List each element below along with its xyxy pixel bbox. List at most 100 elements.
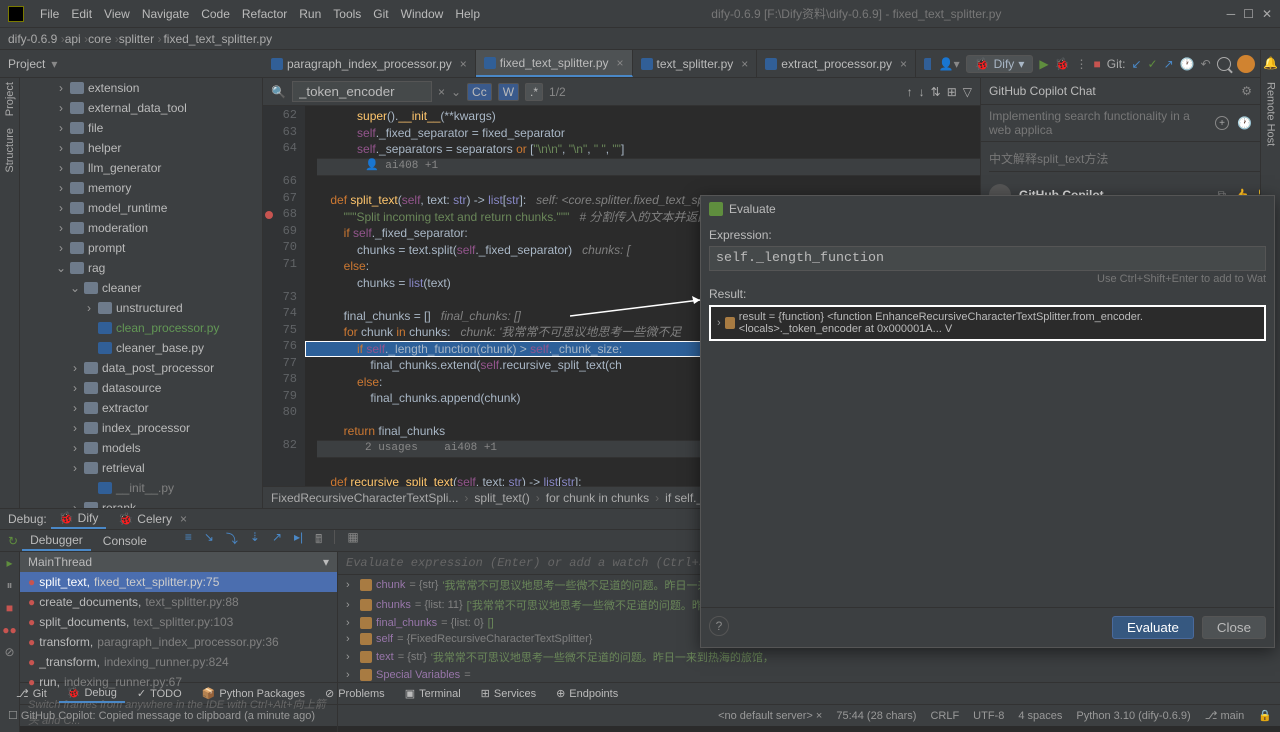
- tree-item[interactable]: ›helper: [20, 138, 262, 158]
- find-input[interactable]: [292, 81, 432, 102]
- gear-icon[interactable]: ⚙: [1241, 84, 1252, 98]
- gutter[interactable]: 626364666768697071737475767778798082: [263, 106, 305, 486]
- regex-button[interactable]: .*: [525, 83, 543, 101]
- status-server[interactable]: <no default server> ×: [718, 710, 822, 722]
- prev-match-icon[interactable]: ↑: [907, 85, 913, 99]
- line-number[interactable]: [263, 158, 305, 175]
- debug-tab-celery[interactable]: 🐞Celery×: [110, 510, 195, 528]
- menu-window[interactable]: Window: [395, 7, 450, 21]
- tree-item[interactable]: ⌄cleaner: [20, 278, 262, 298]
- bottom-tab-endpoints[interactable]: ⊕Endpoints: [548, 685, 626, 702]
- menu-view[interactable]: View: [98, 7, 136, 21]
- editor-tab[interactable]: paragraph_index_processor.py×: [263, 50, 476, 77]
- stack-frame[interactable]: ●split_documents, text_splitter.py:103: [20, 612, 337, 632]
- stack-frame[interactable]: ●_transform, indexing_runner.py:824: [20, 652, 337, 672]
- line-number[interactable]: 80: [263, 405, 305, 422]
- menu-file[interactable]: File: [34, 7, 65, 21]
- line-number[interactable]: 82: [263, 438, 305, 455]
- tree-item[interactable]: clean_processor.py: [20, 318, 262, 338]
- remote-host-tab[interactable]: Remote Host: [1265, 82, 1277, 146]
- menu-run[interactable]: Run: [293, 7, 327, 21]
- bottom-tab-services[interactable]: ⊞Services: [473, 685, 544, 702]
- line-number[interactable]: 66: [263, 174, 305, 191]
- step-into-my-icon[interactable]: ⤵: [226, 530, 238, 551]
- close-tab-icon[interactable]: ×: [900, 57, 907, 71]
- run-config-select[interactable]: 🐞 Dify ▾: [966, 55, 1034, 73]
- line-number[interactable]: 76: [263, 339, 305, 356]
- bottom-tab-debug[interactable]: 🐞Debug: [59, 684, 125, 703]
- add-icon[interactable]: +: [1215, 116, 1229, 130]
- variable-item[interactable]: ›Special Variables =: [338, 667, 1280, 683]
- tree-item[interactable]: ›extractor: [20, 398, 262, 418]
- bottom-tab-todo[interactable]: ✓TODO: [129, 685, 190, 702]
- avatar[interactable]: [1237, 55, 1255, 73]
- project-tool-label[interactable]: Project: [8, 57, 45, 71]
- code-line[interactable]: super().__init__(**kwargs): [317, 108, 980, 125]
- pause-icon[interactable]: ⏸: [6, 578, 12, 593]
- tree-item[interactable]: ›model_runtime: [20, 198, 262, 218]
- editor-tab[interactable]: text_splitter.py×: [633, 50, 758, 77]
- tree-item[interactable]: ›rerank: [20, 498, 262, 508]
- line-number[interactable]: 64: [263, 141, 305, 158]
- tree-item[interactable]: ›moderation: [20, 218, 262, 238]
- stack-frame[interactable]: ●create_documents, text_splitter.py:88: [20, 592, 337, 612]
- line-number[interactable]: 74: [263, 306, 305, 323]
- close-tab-icon[interactable]: ×: [617, 56, 624, 70]
- force-step-icon[interactable]: ⇣: [250, 530, 260, 551]
- debug-icon[interactable]: 🐞: [1055, 57, 1070, 71]
- more-run-icon[interactable]: ⋮: [1076, 57, 1088, 71]
- step-out-icon[interactable]: ↗: [272, 530, 282, 551]
- chevron-down-icon[interactable]: ▾: [323, 555, 329, 569]
- line-number[interactable]: 62: [263, 108, 305, 125]
- breadcrumb-item[interactable]: dify-0.6.9: [8, 32, 57, 46]
- debug-tab-dify[interactable]: 🐞Dify: [51, 509, 107, 529]
- thread-selector[interactable]: MainThread: [28, 555, 92, 569]
- run-icon[interactable]: ▶: [1039, 57, 1048, 71]
- breadcrumb-item[interactable]: api: [65, 32, 81, 46]
- tree-item[interactable]: ⌄rag: [20, 258, 262, 278]
- editor-tab[interactable]: fixed_text_splitter.py×: [476, 50, 633, 77]
- words-button[interactable]: W: [498, 83, 519, 101]
- tree-item[interactable]: ›prompt: [20, 238, 262, 258]
- menu-code[interactable]: Code: [195, 7, 236, 21]
- menu-edit[interactable]: Edit: [65, 7, 98, 21]
- tree-item[interactable]: ›external_data_tool: [20, 98, 262, 118]
- find-close-icon[interactable]: ×: [438, 85, 445, 99]
- tree-item[interactable]: ›index_processor: [20, 418, 262, 438]
- menu-navigate[interactable]: Navigate: [136, 7, 195, 21]
- bottom-tab-python-packages[interactable]: 📦Python Packages: [194, 685, 313, 702]
- maximize-icon[interactable]: ☐: [1243, 7, 1254, 21]
- status-line-sep[interactable]: CRLF: [930, 710, 959, 722]
- restart-icon[interactable]: ↻: [8, 534, 18, 548]
- bottom-tab-problems[interactable]: ⊘Problems: [317, 685, 393, 702]
- resume-icon[interactable]: ▸: [6, 556, 12, 570]
- status-indent[interactable]: 4 spaces: [1018, 710, 1062, 722]
- code-line[interactable]: self._fixed_separator = fixed_separator: [317, 125, 980, 142]
- stack-frame[interactable]: ●transform, paragraph_index_processor.py…: [20, 632, 337, 652]
- help-icon[interactable]: ?: [709, 616, 729, 636]
- evaluate-button[interactable]: Evaluate: [1112, 616, 1194, 639]
- line-number[interactable]: [263, 273, 305, 290]
- evaluate-result[interactable]: › result = {function} <function EnhanceR…: [709, 305, 1266, 341]
- tree-item[interactable]: ›datasource: [20, 378, 262, 398]
- breadcrumb-item[interactable]: core: [88, 32, 111, 46]
- line-number[interactable]: 79: [263, 389, 305, 406]
- editor-tab[interactable]: text_extractor.py×: [916, 50, 931, 77]
- code-line[interactable]: self._separators = separators or ["\n\n"…: [317, 141, 980, 158]
- next-match-icon[interactable]: ↓: [919, 85, 925, 99]
- git-history-icon[interactable]: 🕐: [1180, 57, 1195, 71]
- tree-item[interactable]: cleaner_base.py: [20, 338, 262, 358]
- match-case-button[interactable]: Cc: [467, 83, 492, 101]
- menu-help[interactable]: Help: [449, 7, 486, 21]
- line-number[interactable]: 67: [263, 191, 305, 208]
- line-number[interactable]: 70: [263, 240, 305, 257]
- bottom-tab-terminal[interactable]: ▣Terminal: [397, 685, 469, 702]
- evaluate-icon[interactable]: 🖩: [315, 530, 322, 551]
- select-all-icon[interactable]: ⇅: [931, 85, 941, 99]
- mute-breakpoints-icon[interactable]: ⊘: [4, 645, 14, 659]
- step-into-icon[interactable]: ↘: [204, 530, 214, 551]
- menu-refactor[interactable]: Refactor: [236, 7, 293, 21]
- bottom-tab-git[interactable]: ⎇Git: [8, 685, 55, 702]
- code-line[interactable]: [317, 176, 980, 193]
- tree-item[interactable]: ›data_post_processor: [20, 358, 262, 378]
